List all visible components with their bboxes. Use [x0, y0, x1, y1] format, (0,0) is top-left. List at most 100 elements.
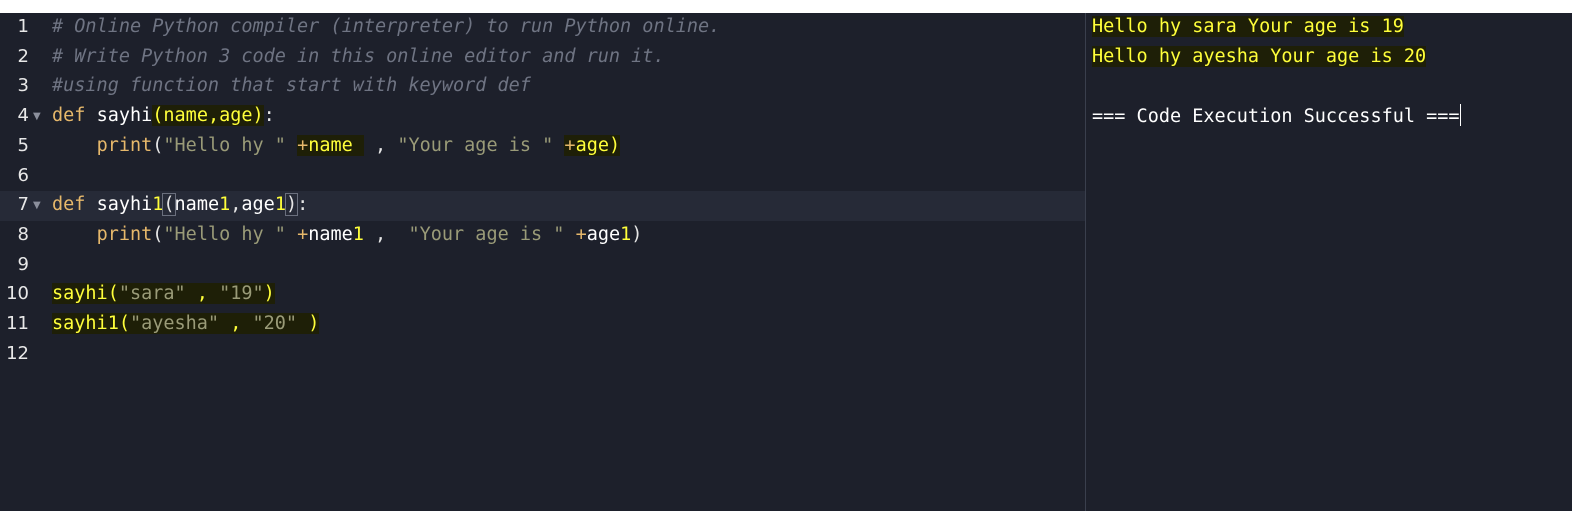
- code-text: def sayhi1(name1,age1):: [52, 193, 309, 217]
- fold-arrow-icon[interactable]: ▼: [33, 200, 41, 211]
- parameters: name,age: [163, 105, 253, 127]
- close-paren: ): [284, 193, 299, 217]
- output-text: Hello hy ayesha Your age is 20: [1092, 45, 1427, 67]
- separator: ,: [363, 223, 409, 245]
- code-text: # Online Python compiler (interpreter) t…: [52, 16, 720, 37]
- line-number: 11: [6, 313, 29, 334]
- open-paren: (: [152, 223, 164, 245]
- plus-operator: +: [564, 134, 576, 156]
- separator: ,: [219, 313, 253, 334]
- string-argument: "sara": [118, 283, 186, 305]
- plus-operator: +: [297, 223, 309, 245]
- function-call: sayhi: [52, 283, 108, 305]
- string-argument: "20": [252, 313, 298, 334]
- open-paren: (: [107, 283, 119, 305]
- variable: age: [575, 134, 609, 156]
- text-cursor: [1459, 104, 1461, 126]
- keyword-def: def: [52, 194, 86, 216]
- function-call: sayhi1: [52, 313, 119, 334]
- code-line[interactable]: 3 #using function that start with keywor…: [0, 72, 1085, 102]
- comma: ,: [230, 194, 242, 216]
- variable: age: [586, 223, 621, 245]
- code-line-active[interactable]: 7 ▼ def sayhi1(name1,age1):: [0, 191, 1085, 221]
- close-paren: ): [308, 313, 320, 334]
- variable: name: [308, 223, 353, 245]
- code-text: def sayhi(name,age):: [52, 105, 275, 127]
- line-number: 4: [17, 105, 29, 127]
- function-name-suffix: 1: [152, 194, 164, 216]
- variable: name: [308, 134, 353, 156]
- comment: #using function that start with keyword …: [52, 75, 531, 97]
- string-argument: "19": [219, 283, 264, 305]
- code-line[interactable]: 4 ▼ def sayhi(name,age):: [0, 102, 1085, 132]
- line-number: 9: [17, 253, 29, 275]
- code-text: print("Hello hy " +name , "Your age is "…: [52, 134, 621, 156]
- parameter: age: [241, 194, 275, 216]
- comment: # Write Python 3 code in this online edi…: [52, 45, 665, 67]
- parameter-suffix: 1: [219, 194, 231, 216]
- colon: :: [297, 194, 309, 216]
- string-literal: "Hello hy ": [163, 134, 286, 156]
- close-paren: ): [631, 223, 643, 245]
- code-text: sayhi1("ayesha" , "20" ): [52, 313, 320, 334]
- colon: :: [263, 105, 275, 127]
- code-line[interactable]: 10 sayhi("sara" , "19"): [0, 280, 1085, 310]
- line-number: 3: [17, 75, 29, 97]
- code-line[interactable]: 6: [0, 162, 1085, 192]
- close-paren: ): [608, 134, 621, 156]
- line-number: 2: [17, 45, 29, 67]
- variable-suffix: 1: [620, 223, 632, 245]
- open-paren: (: [118, 313, 130, 334]
- execution-status: === Code Execution Successful ===: [1092, 106, 1460, 127]
- output-line: Hello hy sara Your age is 19: [1092, 16, 1404, 37]
- code-text: #using function that start with keyword …: [52, 75, 531, 96]
- code-text: print("Hello hy " +name1 , "Your age is …: [52, 223, 643, 245]
- string-argument: "ayesha": [129, 313, 220, 334]
- parameter: name: [174, 194, 220, 216]
- line-number: 10: [6, 283, 29, 305]
- plus-operator: +: [297, 134, 309, 156]
- code-line[interactable]: 12: [0, 340, 1085, 370]
- open-paren: (: [152, 134, 164, 156]
- builtin-print: print: [96, 134, 153, 156]
- plus-operator: +: [575, 223, 587, 245]
- keyword-def: def: [52, 105, 86, 127]
- separator: ,: [363, 134, 398, 156]
- fold-arrow-icon[interactable]: ▼: [33, 111, 41, 122]
- code-editor[interactable]: 1 # Online Python compiler (interpreter)…: [0, 13, 1086, 511]
- code-line[interactable]: 5 print("Hello hy " +name , "Your age is…: [0, 132, 1085, 162]
- open-paren: (: [162, 193, 176, 217]
- line-number: 6: [17, 164, 29, 186]
- code-line[interactable]: 11 sayhi1("ayesha" , "20" ): [0, 310, 1085, 340]
- comment: # Online Python compiler (interpreter) t…: [52, 16, 721, 37]
- builtin-print: print: [96, 223, 153, 245]
- string-literal: "Your age is ": [408, 223, 565, 245]
- separator: ,: [185, 283, 220, 305]
- line-number: 12: [6, 342, 29, 364]
- code-line[interactable]: 1 # Online Python compiler (interpreter)…: [0, 13, 1085, 43]
- string-literal: "Hello hy ": [163, 223, 286, 245]
- function-name: sayhi: [96, 194, 153, 216]
- code-line[interactable]: 9: [0, 251, 1085, 281]
- line-number: 5: [17, 134, 29, 156]
- string-literal: "Your age is ": [397, 134, 554, 156]
- open-paren: (: [152, 105, 164, 127]
- close-paren: ): [252, 105, 264, 127]
- code-text: # Write Python 3 code in this online edi…: [52, 46, 665, 67]
- output-text: Hello hy sara Your age is 19: [1092, 16, 1404, 37]
- code-line[interactable]: 2 # Write Python 3 code in this online e…: [0, 43, 1085, 73]
- code-text: sayhi("sara" , "19"): [52, 283, 275, 305]
- output-console[interactable]: Hello hy sara Your age is 19 Hello hy ay…: [1086, 13, 1572, 511]
- output-line: === Code Execution Successful ===: [1092, 104, 1461, 127]
- line-number: 7: [17, 194, 29, 216]
- code-line[interactable]: 8 print("Hello hy " +name1 , "Your age i…: [0, 221, 1085, 251]
- variable-suffix: 1: [352, 223, 364, 245]
- line-number: 8: [17, 223, 29, 245]
